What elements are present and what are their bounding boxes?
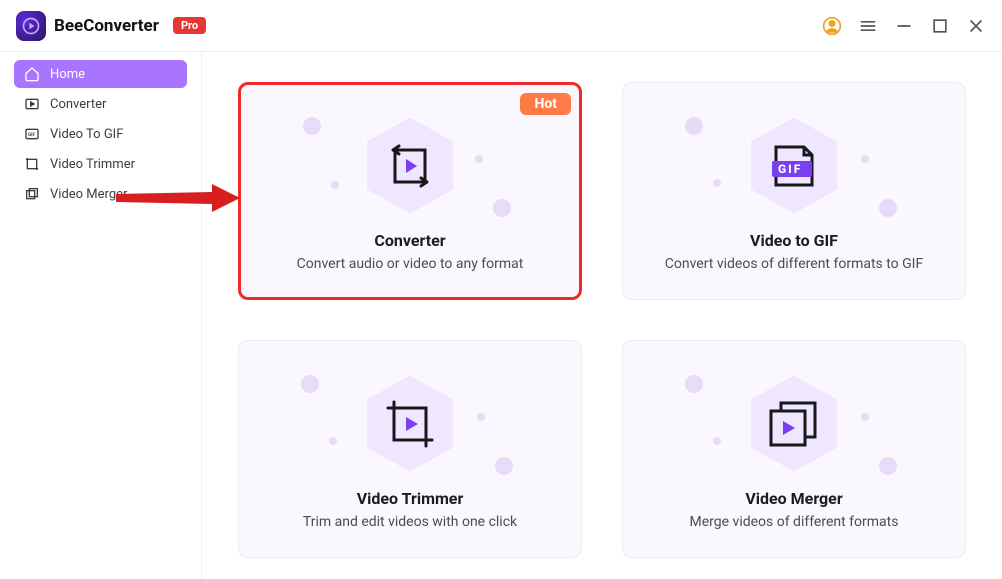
sidebar-item-video-trimmer[interactable]: Video Trimmer (14, 150, 187, 178)
card-video-trimmer[interactable]: Video Trimmer Trim and edit videos with … (238, 340, 582, 558)
card-converter[interactable]: Hot (238, 82, 582, 300)
app-logo-wrap: BeeConverter Pro (16, 11, 206, 41)
home-icon (24, 66, 40, 82)
card-desc: Trim and edit videos with one click (303, 514, 517, 530)
converter-art (261, 111, 559, 221)
card-title: Video to GIF (750, 231, 838, 250)
sidebar-item-label: Video Trimmer (50, 157, 135, 172)
maximize-icon[interactable] (930, 16, 950, 36)
pro-badge: Pro (173, 17, 206, 34)
user-icon[interactable] (822, 16, 842, 36)
app-logo-icon (16, 11, 46, 41)
app-title: BeeConverter (54, 16, 159, 36)
sidebar-item-converter[interactable]: Converter (14, 90, 187, 118)
gif-icon: GIF (24, 126, 40, 142)
close-icon[interactable] (966, 16, 986, 36)
card-desc: Convert videos of different formats to G… (665, 256, 923, 272)
sidebar-item-label: Video Merger (50, 187, 127, 202)
converter-icon (24, 96, 40, 112)
gif-art: GIF (643, 111, 945, 221)
main-content: Hot (202, 52, 1002, 579)
card-desc: Merge videos of different formats (690, 514, 899, 530)
menu-icon[interactable] (858, 16, 878, 36)
trimmer-art (259, 369, 561, 479)
card-title: Video Trimmer (357, 489, 464, 508)
minimize-icon[interactable] (894, 16, 914, 36)
sidebar-item-label: Converter (50, 97, 106, 112)
trimmer-icon (24, 156, 40, 172)
sidebar: Home Converter GIF Video To GIF Video Tr… (0, 52, 202, 579)
svg-text:GIF: GIF (778, 162, 802, 176)
titlebar: BeeConverter Pro (0, 0, 1002, 52)
sidebar-item-video-to-gif[interactable]: GIF Video To GIF (14, 120, 187, 148)
card-title: Video Merger (745, 489, 842, 508)
card-title: Converter (374, 231, 445, 250)
card-desc: Convert audio or video to any format (297, 256, 524, 272)
card-video-to-gif[interactable]: GIF Video to GIF Convert videos of diffe… (622, 82, 966, 300)
window-controls (822, 16, 986, 36)
merger-art (643, 369, 945, 479)
svg-text:GIF: GIF (28, 132, 36, 138)
sidebar-item-label: Home (50, 67, 85, 82)
sidebar-item-video-merger[interactable]: Video Merger (14, 180, 187, 208)
card-video-merger[interactable]: Video Merger Merge videos of different f… (622, 340, 966, 558)
sidebar-item-label: Video To GIF (50, 127, 123, 142)
merger-icon (24, 186, 40, 202)
sidebar-item-home[interactable]: Home (14, 60, 187, 88)
